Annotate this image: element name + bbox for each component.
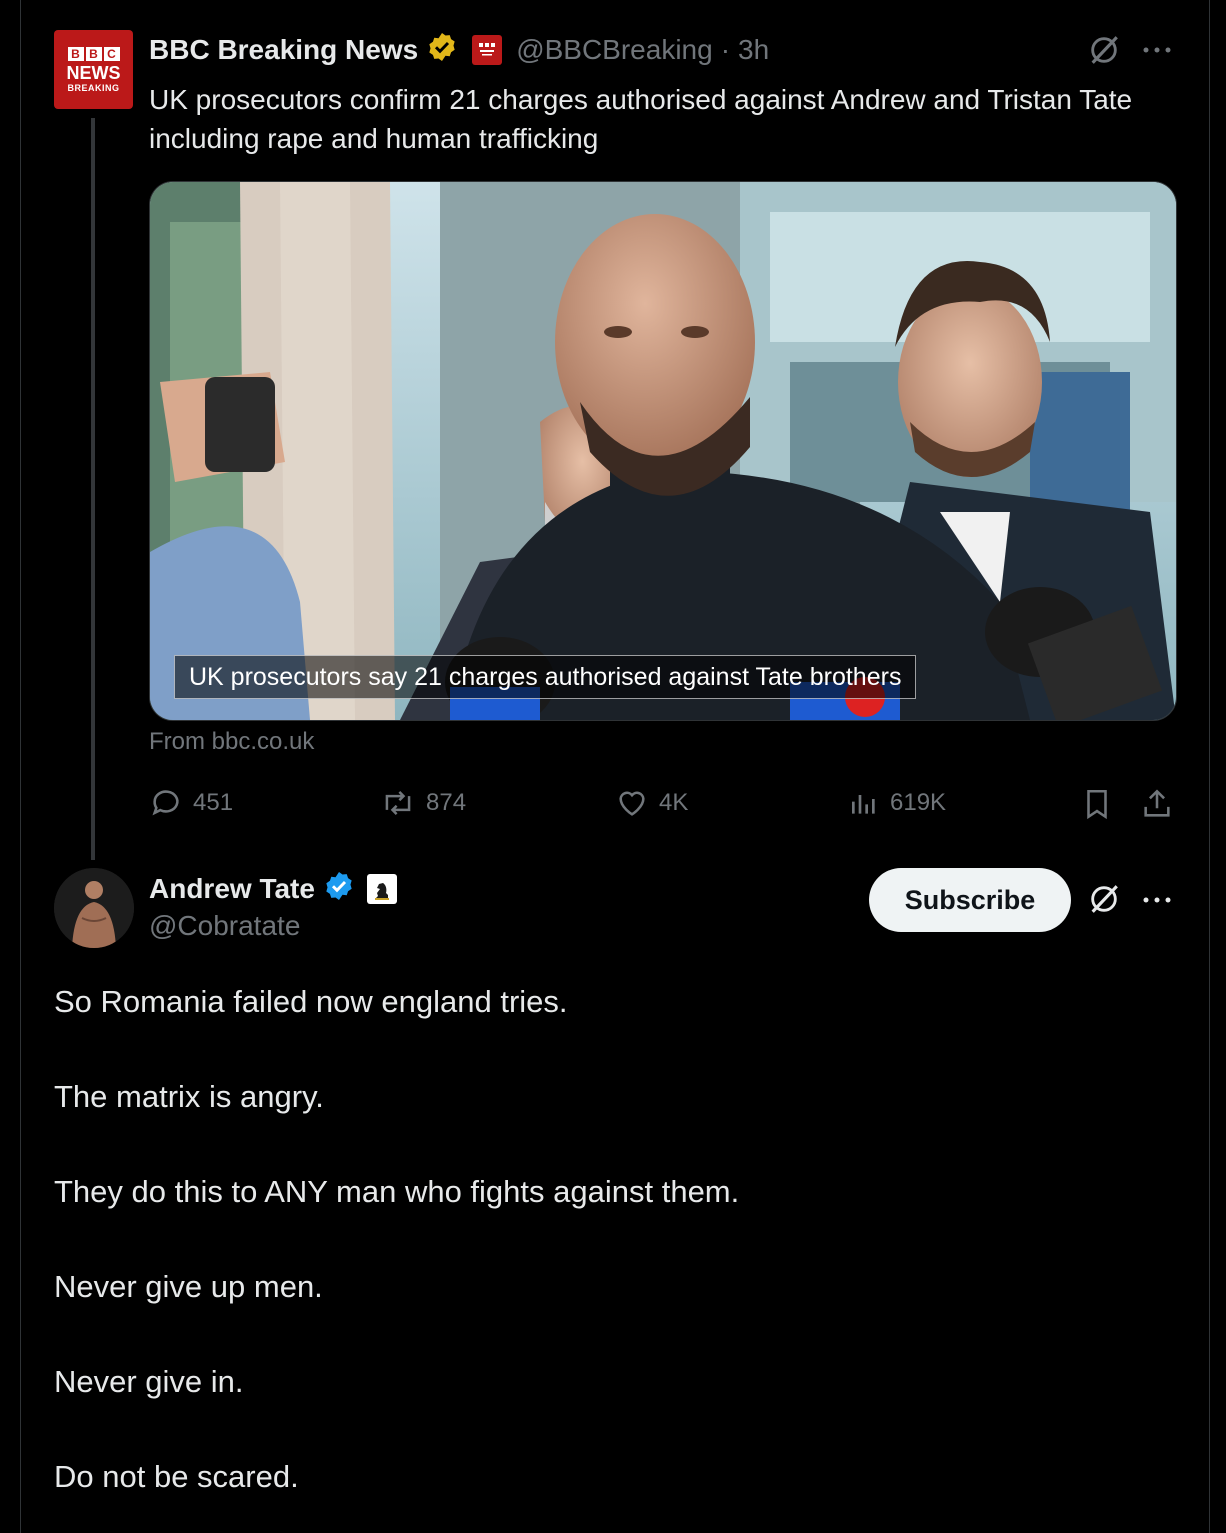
grok-icon[interactable] [1087,882,1121,921]
bbc-block-2: B [85,46,102,61]
chess-knight-icon[interactable] [366,873,397,904]
bbc-display-name[interactable]: BBC Breaking News [149,34,418,66]
link-source[interactable]: From bbc.co.uk [149,728,314,756]
repost-icon [385,791,411,815]
like-icon [619,791,645,816]
bbc-block-3: C [103,46,120,61]
bbc-avatar[interactable]: B B C NEWS BREAKING [54,30,133,109]
bbc-logo: B B C [67,46,120,61]
tweet-line-2: The matrix is angry. [54,1079,324,1114]
views-button[interactable]: 619K [848,786,946,820]
bbc-tweet-text: UK prosecutors confirm 21 charges author… [149,84,1133,154]
tweet-time[interactable]: 3h [738,34,769,66]
thread-connector-line [91,118,95,860]
bbc-affiliate-badge-icon[interactable] [472,34,503,65]
link-card-image[interactable] [149,181,1177,721]
tate-avatar[interactable] [54,868,134,948]
reply-icon [152,790,179,816]
tate-display-name[interactable]: Andrew Tate [149,873,315,905]
like-count: 4K [659,789,689,816]
views-count: 619K [890,789,947,816]
tweet-line-6: Do not be scared. [54,1459,299,1494]
dot-separator: · [720,33,731,65]
more-icon[interactable] [1140,38,1174,67]
subscribe-button[interactable]: Subscribe [869,868,1071,932]
more-icon[interactable] [1140,888,1174,917]
blue-verified-badge-icon [323,870,355,907]
share-icon[interactable] [1140,786,1174,827]
bbc-news-text: NEWS [66,62,121,83]
bbc-handle[interactable]: @BBCBreaking [516,34,713,66]
link-card-caption: UK prosecutors say 21 charges authorised… [174,655,917,699]
tweet-line-4: Never give up men. [54,1269,323,1304]
views-icon [852,795,875,814]
tweet-line-5: Never give in. [54,1364,244,1399]
bookmark-icon[interactable] [1080,786,1114,827]
news-photo [150,182,1176,720]
tweet-line-3: They do this to ANY man who fights again… [54,1174,740,1209]
bbc-block-1: B [67,46,84,61]
bbc-header: BBC Breaking News @BBCBreaking · 3h [149,31,769,68]
like-button[interactable]: 4K [615,786,688,820]
tate-header: Andrew Tate [149,870,397,907]
reply-button[interactable]: 451 [149,786,233,820]
repost-count: 874 [426,789,467,816]
tate-handle[interactable]: @Cobratate [149,910,300,942]
grok-icon[interactable] [1087,33,1121,72]
repost-button[interactable]: 874 [380,786,466,820]
tweet-line-1: So Romania failed now england tries. [54,984,568,1019]
bbc-breaking-text: BREAKING [67,82,120,93]
reply-count: 451 [193,789,234,816]
gold-verified-badge-icon [426,31,458,68]
